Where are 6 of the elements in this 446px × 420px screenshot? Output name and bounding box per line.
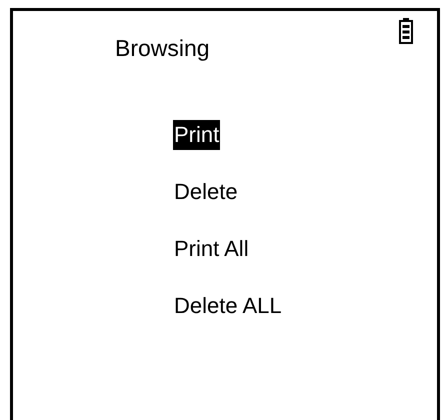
menu-item[interactable]: Delete ALL [173, 291, 283, 321]
screen-title: Browsing [115, 34, 210, 63]
menu-item[interactable]: Delete [173, 177, 239, 207]
menu-item[interactable]: Print All [173, 234, 250, 264]
battery-icon [399, 18, 413, 44]
menu-item[interactable]: Print [173, 120, 220, 150]
